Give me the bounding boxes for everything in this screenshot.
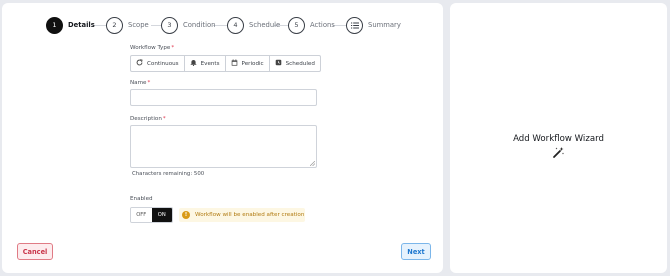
toggle-off[interactable]: OFF bbox=[131, 208, 152, 222]
clock-icon bbox=[275, 59, 282, 68]
refresh-icon bbox=[136, 59, 143, 68]
toggle-on[interactable]: ON bbox=[151, 208, 172, 222]
option-label: Scheduled bbox=[285, 60, 315, 67]
step-schedule[interactable]: 4 Schedule bbox=[227, 16, 280, 34]
info-icon: ! bbox=[182, 211, 190, 219]
enabled-notice: ! Workflow will be enabled after creatio… bbox=[179, 208, 305, 222]
wizard-form-panel: 1 Details 2 Scope 3 Condition 4 Schedule… bbox=[2, 3, 443, 273]
step-details[interactable]: 1 Details bbox=[46, 16, 95, 34]
option-label: Periodic bbox=[241, 60, 264, 67]
enabled-label: Enabled bbox=[130, 196, 153, 202]
required-mark: * bbox=[147, 80, 151, 86]
option-label: Continuous bbox=[147, 60, 179, 67]
step-label: Condition bbox=[183, 21, 216, 29]
wizard-stepper: 1 Details 2 Scope 3 Condition 4 Schedule… bbox=[46, 16, 436, 34]
step-label: Scope bbox=[128, 21, 149, 29]
characters-remaining: Characters remaining: 500 bbox=[132, 171, 205, 177]
step-actions[interactable]: 5 Actions bbox=[288, 16, 335, 34]
bell-icon bbox=[190, 59, 197, 68]
step-label: Summary bbox=[368, 21, 401, 29]
workflow-type-selector: Continuous Events Periodic Scheduled bbox=[130, 55, 321, 72]
name-label: Name* bbox=[130, 80, 151, 86]
step-number: 1 bbox=[46, 16, 63, 34]
magic-wand-icon bbox=[553, 147, 564, 158]
list-icon bbox=[346, 16, 363, 34]
step-connector bbox=[93, 24, 106, 26]
resize-handle-icon[interactable] bbox=[310, 161, 315, 166]
step-number: 4 bbox=[227, 16, 244, 34]
workflow-type-events[interactable]: Events bbox=[185, 56, 226, 71]
wizard-title: Add Workflow Wizard bbox=[513, 134, 604, 144]
next-button[interactable]: Next bbox=[401, 243, 431, 260]
step-number: 2 bbox=[106, 16, 123, 34]
option-label: Events bbox=[200, 60, 220, 67]
workflow-type-periodic[interactable]: Periodic bbox=[226, 56, 270, 71]
step-condition[interactable]: 3 Condition bbox=[161, 16, 215, 34]
step-summary[interactable]: Summary bbox=[346, 16, 401, 34]
step-label: Details bbox=[68, 21, 95, 29]
step-label: Schedule bbox=[249, 21, 281, 29]
calendar-icon bbox=[231, 59, 238, 68]
required-mark: * bbox=[162, 116, 166, 122]
workflow-type-label: Workflow Type* bbox=[130, 45, 175, 51]
notice-text: Workflow will be enabled after creation bbox=[195, 212, 305, 218]
step-label: Actions bbox=[310, 21, 335, 29]
description-textarea[interactable] bbox=[130, 125, 317, 168]
step-connector bbox=[151, 24, 161, 26]
enabled-toggle: OFF ON bbox=[130, 207, 173, 223]
workflow-type-scheduled[interactable]: Scheduled bbox=[270, 56, 320, 71]
workflow-type-continuous[interactable]: Continuous bbox=[131, 56, 185, 71]
step-number: 5 bbox=[288, 16, 305, 34]
name-input[interactable] bbox=[130, 89, 317, 106]
required-mark: * bbox=[171, 45, 175, 51]
description-label: Description* bbox=[130, 116, 166, 122]
step-scope[interactable]: 2 Scope bbox=[106, 16, 149, 34]
wizard-info-panel: Add Workflow Wizard bbox=[450, 3, 667, 273]
cancel-button[interactable]: Cancel bbox=[17, 243, 53, 260]
step-number: 3 bbox=[161, 16, 178, 34]
